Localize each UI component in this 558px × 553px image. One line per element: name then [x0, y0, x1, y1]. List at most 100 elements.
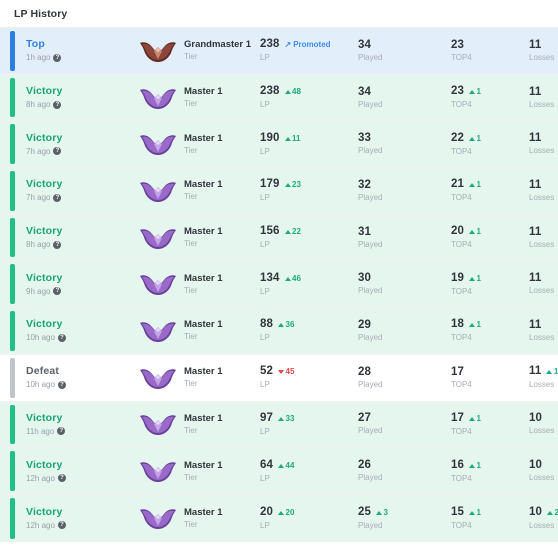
status-cell: Top 1h ago? — [0, 28, 131, 74]
played-value: 34 — [358, 85, 371, 98]
lp-label: LP — [260, 53, 270, 63]
lp-value: 179 — [260, 178, 280, 191]
played-value: 25 — [358, 505, 371, 518]
lp-delta: 44 — [278, 459, 294, 473]
top4-row: 20 1 — [451, 224, 529, 239]
lp-cell: 238 ↗ Promoted LP — [260, 28, 358, 74]
table-row[interactable]: Victory 10h ago? Master 1 Tier 88 36 LP 29 Playe… — [0, 308, 558, 355]
arrow-down-icon — [278, 370, 284, 375]
played-value: 33 — [358, 132, 371, 145]
top4-label: TOP4 — [451, 286, 472, 296]
top4-value: 17 — [451, 365, 464, 378]
status-accent-bar — [10, 217, 15, 258]
played-value: 32 — [358, 178, 371, 191]
lp-label: LP — [260, 520, 270, 530]
losses-label: Losses — [529, 239, 555, 249]
info-icon[interactable]: ? — [53, 100, 62, 109]
table-row[interactable]: Victory 12h ago? Master 1 Tier 20 20 LP 25 3 Play… — [0, 494, 558, 542]
losses-label: Losses — [529, 520, 555, 530]
timestamp: 10h ago? — [26, 332, 131, 343]
tier-value: Master 1 — [184, 226, 223, 238]
played-value: 26 — [358, 459, 371, 472]
arrow-up-icon — [284, 136, 291, 141]
table-row[interactable]: Top 1h ago? Grandmaster 1 Tier 238 ↗ Promoted L… — [0, 28, 558, 75]
table-row[interactable]: Victory 12h ago? Master 1 Tier 64 44 LP 26 Playe… — [0, 448, 558, 495]
tier-value: Master 1 — [184, 319, 223, 331]
played-value: 29 — [358, 318, 371, 331]
played-row: 33 — [358, 131, 451, 145]
info-icon[interactable]: ? — [57, 380, 66, 389]
timestamp: 8h ago? — [26, 99, 131, 110]
info-icon[interactable]: ? — [57, 427, 66, 436]
lp-value: 88 — [260, 318, 273, 331]
top4-cell: 17 TOP4 — [451, 355, 529, 401]
played-row: 25 3 — [358, 505, 451, 520]
info-icon[interactable]: ? — [53, 147, 62, 156]
status-accent-bar — [10, 31, 15, 71]
losses-row: 10 — [529, 411, 558, 425]
rank-emblem-cell — [131, 495, 184, 542]
info-icon[interactable]: ? — [53, 240, 62, 249]
top4-cell: 15 1 TOP4 — [451, 495, 529, 542]
rank-emblem-cell — [131, 28, 184, 74]
tier-label: Tier — [184, 192, 198, 202]
losses-cell: 11 Losses — [529, 261, 558, 307]
timestamp: 10h ago? — [26, 379, 131, 390]
rank-emblem-cell — [131, 355, 184, 401]
losses-label: Losses — [529, 192, 555, 202]
losses-row: 11 — [529, 38, 558, 52]
losses-value: 11 — [529, 178, 542, 191]
info-icon[interactable]: ? — [57, 521, 66, 530]
info-icon[interactable]: ? — [53, 287, 62, 296]
table-row[interactable]: Victory 8h ago? Master 1 Tier 156 22 LP 31 Playe… — [0, 214, 558, 262]
lp-value: 156 — [260, 225, 280, 238]
played-cell: 28 Played — [358, 355, 451, 401]
played-row: 28 — [358, 365, 451, 379]
tier-cell: Master 1 Tier — [184, 448, 260, 494]
losses-label: Losses — [529, 473, 555, 483]
table-row[interactable]: Victory 7h ago? Master 1 Tier 179 23 LP 32 Playe… — [0, 168, 558, 215]
played-value: 27 — [358, 412, 371, 425]
table-row[interactable]: Victory 11h ago? Master 1 Tier 97 33 LP 27 Playe… — [0, 401, 558, 449]
top4-value: 15 — [451, 505, 464, 518]
top4-value: 23 — [451, 85, 464, 98]
status-badge: Victory — [26, 458, 63, 471]
status-accent-bar — [10, 451, 15, 491]
lp-row: 52 45 — [260, 364, 358, 379]
losses-value: 11 — [529, 365, 542, 378]
arrow-up-icon — [278, 463, 284, 468]
master-emblem — [139, 322, 176, 342]
tier-label: Tier — [184, 285, 198, 295]
table-row[interactable]: Victory 9h ago? Master 1 Tier 134 46 LP 30 Playe… — [0, 261, 558, 309]
lp-row: 238 ↗ Promoted — [260, 37, 358, 52]
info-icon[interactable]: ? — [53, 53, 62, 62]
losses-cell: 11 Losses — [529, 121, 558, 167]
status-badge: Defeat — [26, 365, 59, 378]
arrow-up-icon — [376, 510, 382, 515]
losses-delta: 1 — [546, 365, 558, 379]
table-row[interactable]: Victory 8h ago? Master 1 Tier 238 48 LP 34 Playe… — [0, 74, 558, 122]
info-icon[interactable]: ? — [57, 333, 66, 342]
tier-value: Grandmaster 1 — [184, 39, 252, 51]
losses-cell: 11 Losses — [529, 28, 558, 74]
status-badge: Victory — [26, 505, 63, 518]
lp-label: LP — [260, 380, 270, 390]
losses-value: 10 — [529, 412, 542, 425]
top4-value: 18 — [451, 318, 464, 331]
info-icon[interactable]: ? — [53, 193, 62, 202]
top4-label: TOP4 — [451, 426, 472, 436]
table-row[interactable]: Defeat 10h ago? Master 1 Tier 52 45 LP 28 Played… — [0, 354, 558, 402]
top4-delta: 1 — [469, 85, 481, 99]
arrow-up-icon — [278, 510, 284, 515]
losses-value: 10 — [529, 505, 542, 518]
status-cell: Victory 8h ago? — [0, 75, 131, 121]
played-value: 34 — [358, 38, 371, 51]
played-cell: 30 Played — [358, 261, 451, 307]
table-row[interactable]: Victory 7h ago? Master 1 Tier 190 11 LP 33 Playe… — [0, 121, 558, 169]
info-icon[interactable]: ? — [57, 474, 66, 483]
status-cell: Defeat 10h ago? — [0, 355, 131, 401]
tier-cell: Master 1 Tier — [184, 75, 260, 121]
tier-cell: Master 1 Tier — [184, 308, 260, 354]
status-accent-bar — [10, 404, 15, 445]
losses-value: 11 — [529, 38, 542, 51]
